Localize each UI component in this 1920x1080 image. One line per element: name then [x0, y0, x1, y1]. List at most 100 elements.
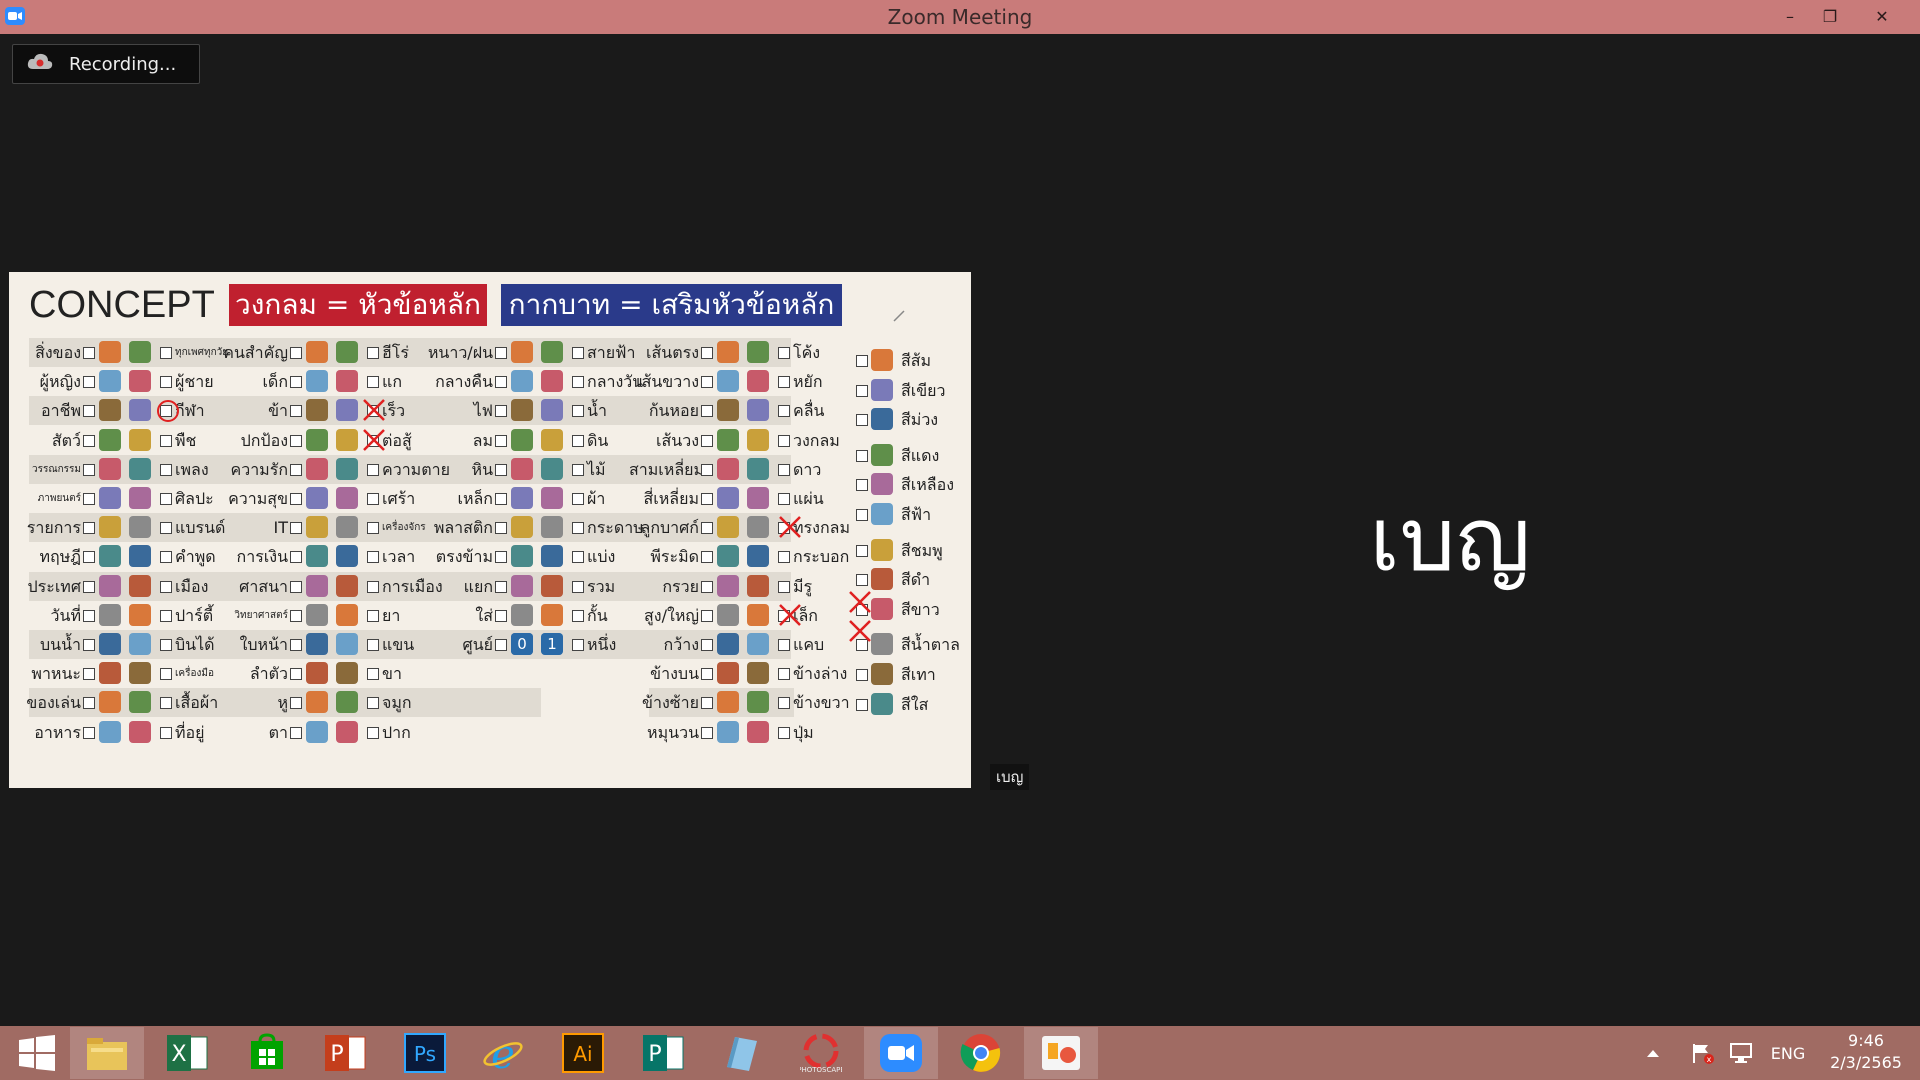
photos-button[interactable] — [1024, 1027, 1098, 1079]
concept-checkbox[interactable] — [83, 376, 95, 389]
concept-checkbox[interactable] — [572, 639, 584, 651]
concept-checkbox[interactable] — [290, 639, 302, 651]
concept-checkbox[interactable] — [367, 726, 379, 739]
concept-checkbox[interactable] — [572, 347, 584, 359]
concept-checkbox[interactable] — [367, 697, 379, 710]
concept-checkbox[interactable] — [160, 347, 172, 359]
concept-checkbox[interactable] — [83, 347, 95, 359]
concept-checkbox[interactable] — [572, 551, 584, 564]
concept-checkbox[interactable] — [701, 580, 713, 593]
concept-checkbox[interactable] — [83, 551, 95, 564]
concept-checkbox[interactable] — [495, 434, 507, 447]
concept-checkbox[interactable] — [495, 522, 507, 535]
concept-checkbox[interactable] — [160, 493, 172, 505]
concept-checkbox[interactable] — [160, 580, 172, 593]
restore-button[interactable]: ❐ — [1810, 0, 1850, 32]
internet-explorer-button[interactable]: e — [466, 1027, 540, 1079]
concept-checkbox[interactable] — [160, 668, 172, 681]
concept-checkbox[interactable] — [290, 347, 302, 359]
concept-checkbox[interactable] — [572, 522, 584, 535]
concept-checkbox[interactable] — [495, 493, 507, 505]
concept-checkbox[interactable] — [495, 405, 507, 418]
notepad-button[interactable] — [704, 1027, 778, 1079]
concept-checkbox[interactable] — [701, 434, 713, 447]
concept-checkbox[interactable] — [160, 522, 172, 535]
concept-checkbox[interactable] — [572, 580, 584, 593]
concept-checkbox[interactable] — [572, 405, 584, 418]
concept-checkbox[interactable] — [290, 668, 302, 681]
concept-checkbox[interactable] — [701, 376, 713, 389]
concept-checkbox[interactable] — [856, 384, 868, 397]
concept-checkbox[interactable] — [160, 551, 172, 564]
action-center-flag[interactable]: x — [1688, 1026, 1718, 1080]
concept-checkbox[interactable] — [290, 522, 302, 535]
concept-checkbox[interactable] — [290, 609, 302, 622]
concept-checkbox[interactable] — [778, 347, 790, 359]
concept-checkbox[interactable] — [83, 726, 95, 739]
concept-checkbox[interactable] — [290, 493, 302, 505]
concept-checkbox[interactable] — [290, 463, 302, 476]
concept-checkbox[interactable] — [778, 405, 790, 418]
concept-checkbox[interactable] — [778, 697, 790, 710]
concept-checkbox[interactable] — [856, 544, 868, 557]
photoscape-button[interactable]: PHOTOSCAPE — [784, 1027, 858, 1079]
close-button[interactable]: ✕ — [1862, 0, 1902, 32]
concept-checkbox[interactable] — [367, 668, 379, 681]
start-button[interactable] — [0, 1027, 74, 1079]
concept-checkbox[interactable] — [856, 355, 868, 367]
concept-checkbox[interactable] — [778, 376, 790, 389]
concept-checkbox[interactable] — [701, 609, 713, 622]
concept-checkbox[interactable] — [778, 434, 790, 447]
concept-checkbox[interactable] — [701, 493, 713, 505]
concept-checkbox[interactable] — [367, 580, 379, 593]
concept-checkbox[interactable] — [856, 509, 868, 521]
excel-button[interactable]: X — [150, 1027, 224, 1079]
language-indicator[interactable]: ENG — [1764, 1026, 1812, 1080]
concept-checkbox[interactable] — [572, 376, 584, 389]
concept-checkbox[interactable] — [856, 479, 868, 492]
concept-checkbox[interactable] — [701, 347, 713, 359]
concept-checkbox[interactable] — [367, 493, 379, 505]
concept-checkbox[interactable] — [83, 522, 95, 535]
concept-checkbox[interactable] — [495, 463, 507, 476]
chrome-button[interactable] — [944, 1027, 1018, 1079]
minimize-button[interactable]: – — [1770, 0, 1810, 32]
concept-checkbox[interactable] — [778, 493, 790, 505]
show-hidden-icons-button[interactable] — [1640, 1026, 1666, 1080]
concept-checkbox[interactable] — [290, 551, 302, 564]
concept-checkbox[interactable] — [701, 639, 713, 651]
concept-checkbox[interactable] — [495, 551, 507, 564]
concept-checkbox[interactable] — [290, 580, 302, 593]
concept-checkbox[interactable] — [367, 347, 379, 359]
recording-indicator[interactable]: Recording... — [12, 44, 200, 84]
concept-checkbox[interactable] — [367, 639, 379, 651]
publisher-button[interactable]: P — [626, 1027, 700, 1079]
concept-checkbox[interactable] — [778, 580, 790, 593]
concept-checkbox[interactable] — [495, 376, 507, 389]
concept-checkbox[interactable] — [367, 551, 379, 564]
concept-checkbox[interactable] — [856, 698, 868, 711]
concept-checkbox[interactable] — [83, 463, 95, 476]
powerpoint-button[interactable]: P — [308, 1027, 382, 1079]
concept-checkbox[interactable] — [495, 580, 507, 593]
concept-checkbox[interactable] — [290, 697, 302, 710]
concept-checkbox[interactable] — [856, 449, 868, 462]
concept-checkbox[interactable] — [367, 463, 379, 476]
concept-checkbox[interactable] — [160, 639, 172, 651]
concept-checkbox[interactable] — [83, 434, 95, 447]
concept-checkbox[interactable] — [701, 668, 713, 681]
concept-checkbox[interactable] — [856, 414, 868, 427]
concept-checkbox[interactable] — [701, 405, 713, 418]
concept-checkbox[interactable] — [290, 726, 302, 739]
concept-checkbox[interactable] — [160, 463, 172, 476]
concept-checkbox[interactable] — [572, 434, 584, 447]
concept-checkbox[interactable] — [367, 522, 379, 535]
illustrator-button[interactable]: Ai — [546, 1027, 620, 1079]
concept-checkbox[interactable] — [495, 639, 507, 651]
concept-checkbox[interactable] — [572, 493, 584, 505]
concept-checkbox[interactable] — [778, 551, 790, 564]
concept-checkbox[interactable] — [83, 493, 95, 505]
concept-checkbox[interactable] — [290, 405, 302, 418]
concept-checkbox[interactable] — [160, 609, 172, 622]
concept-checkbox[interactable] — [290, 376, 302, 389]
